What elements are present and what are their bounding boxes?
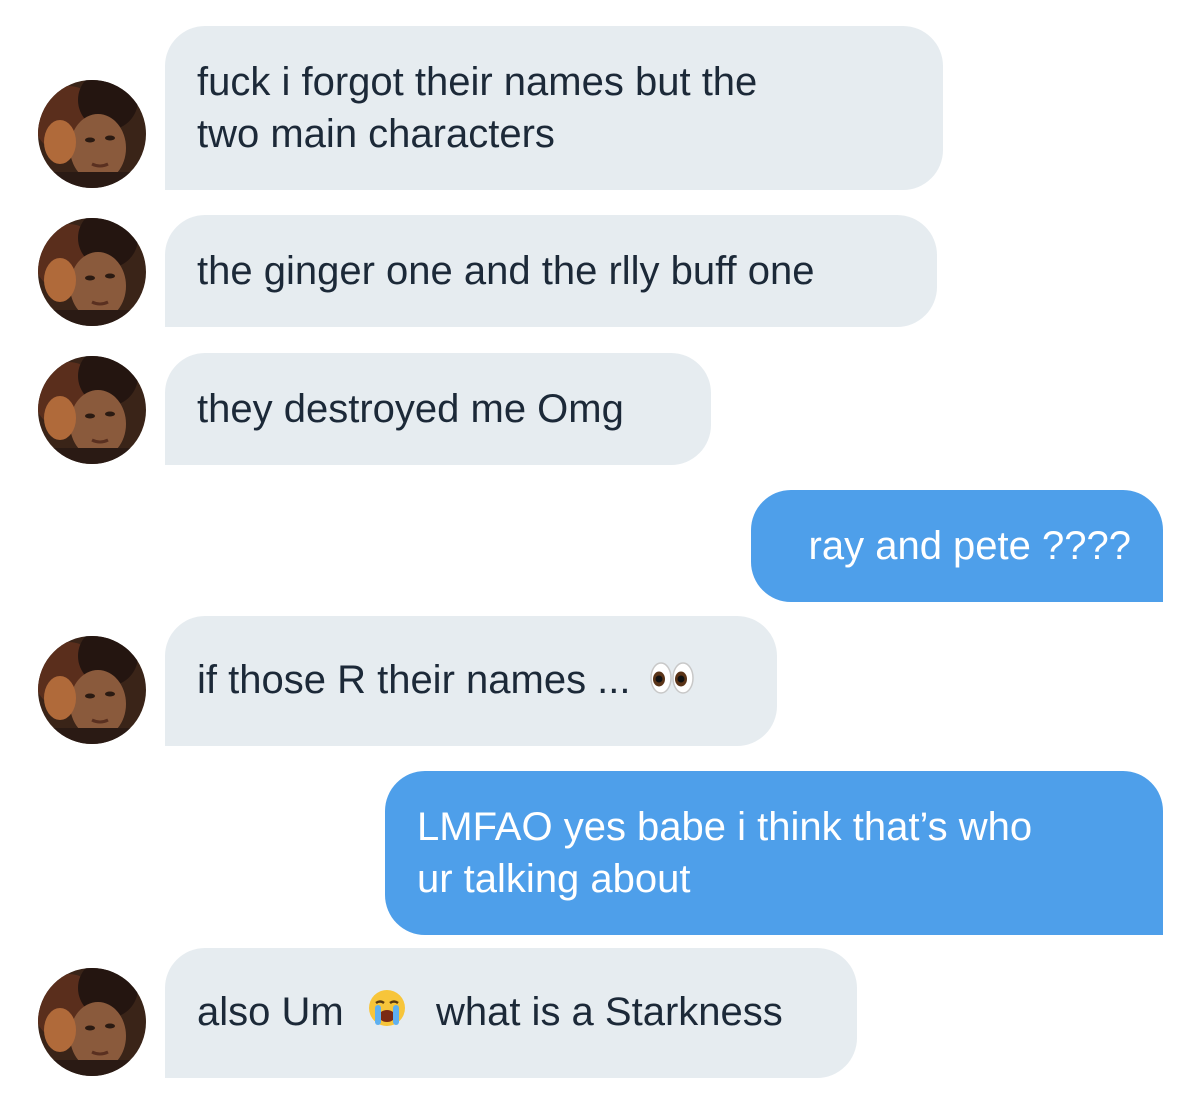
avatar-image <box>38 218 146 326</box>
received-message[interactable]: they destroyed me Omg <box>165 353 711 465</box>
loudly-crying-face-emoji <box>367 988 407 1041</box>
message-text-after: what is a Starkness <box>435 990 783 1034</box>
avatar[interactable] <box>38 356 146 464</box>
sent-message[interactable]: ray and pete ???? <box>751 490 1163 602</box>
avatar-image <box>38 80 146 188</box>
received-message[interactable]: if those R their names ... <box>165 616 777 746</box>
avatar[interactable] <box>38 968 146 1076</box>
sent-message[interactable]: LMFAO yes babe i think that’s who ur tal… <box>385 771 1163 935</box>
message-line: ur talking about <box>417 857 691 901</box>
avatar[interactable] <box>38 636 146 744</box>
avatar-image <box>38 968 146 1076</box>
eyes-emoji <box>649 656 694 708</box>
avatar-image <box>38 636 146 744</box>
received-message[interactable]: also Um what is a Starkness <box>165 948 857 1078</box>
message-text: ray and pete ???? <box>808 524 1131 568</box>
avatar[interactable] <box>38 218 146 326</box>
message-text: the ginger one and the rlly buff one <box>197 249 815 293</box>
message-text-before: also Um <box>197 990 344 1034</box>
avatar[interactable] <box>38 80 146 188</box>
avatar-image <box>38 356 146 464</box>
message-line: two main characters <box>197 112 555 156</box>
message-line: fuck i forgot their names but the <box>197 60 758 104</box>
received-message[interactable]: the ginger one and the rlly buff one <box>165 215 937 327</box>
message-line: LMFAO yes babe i think that’s who <box>417 805 1033 849</box>
message-text: they destroyed me Omg <box>197 387 624 431</box>
received-message[interactable]: fuck i forgot their names but the two ma… <box>165 26 943 190</box>
message-text: if those R their names ... <box>197 658 631 702</box>
